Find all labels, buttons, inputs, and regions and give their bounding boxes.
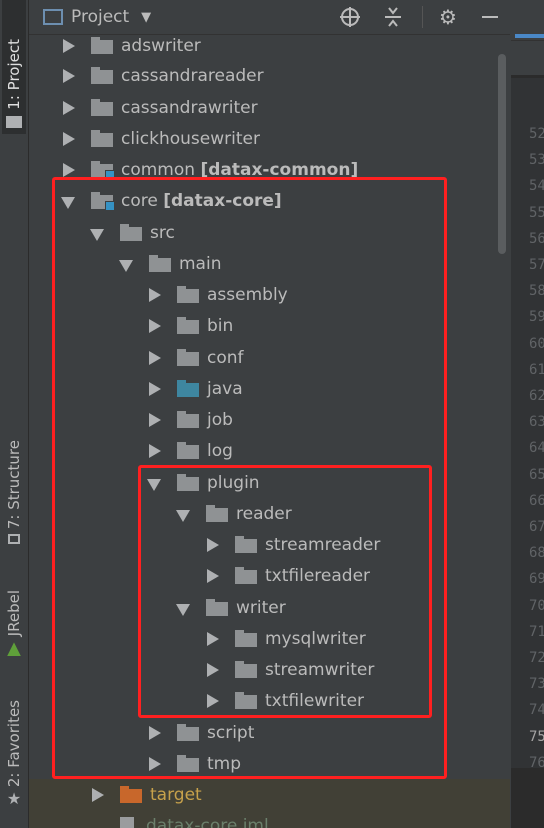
tab-favorites-label: 2: Favorites <box>5 700 23 788</box>
file-icon <box>120 817 134 828</box>
line-number: 67 <box>529 519 544 535</box>
minimize-icon[interactable] <box>479 6 501 28</box>
tree-node-iml[interactable]: datax-core.iml <box>29 810 510 828</box>
folder-icon <box>6 116 22 128</box>
module-folder-icon <box>91 161 115 180</box>
expand-arrow-icon[interactable] <box>61 100 75 115</box>
folder-icon <box>91 67 113 84</box>
line-number: 53 <box>529 152 544 169</box>
line-number-gutter: 52 53 54 55 56 57 58 59 60 61 62 63 64 65 66 67 68 69 70 71… <box>511 78 544 771</box>
line-number: 57 <box>529 257 544 273</box>
line-number: 75 <box>529 728 544 745</box>
line-number: 71 <box>529 623 544 640</box>
tab-favorites[interactable]: 2: Favorites ★ <box>2 700 26 825</box>
line-number: 76 <box>529 754 544 771</box>
line-number: 62 <box>529 388 544 404</box>
line-number: 56 <box>529 230 544 247</box>
jrebel-icon <box>7 642 21 657</box>
tool-window-strip: 1: Project 7: Structure JRebel 2: Favori… <box>0 0 29 828</box>
tab-jrebel-label: JRebel <box>5 590 23 637</box>
line-number: 70 <box>529 597 544 614</box>
folder-icon <box>91 37 113 54</box>
highlight-box-plugin <box>138 465 432 718</box>
tree-node-target[interactable]: target <box>29 779 510 810</box>
chevron-down-icon[interactable]: ▼ <box>141 10 151 25</box>
expand-arrow-icon[interactable] <box>90 787 104 802</box>
line-number: 64 <box>529 440 544 457</box>
excluded-folder-icon <box>120 786 142 803</box>
star-icon: ★ <box>6 789 22 809</box>
collapse-all-icon[interactable] <box>382 6 404 28</box>
line-number: 61 <box>529 361 544 378</box>
tab-structure[interactable]: 7: Structure <box>2 440 26 565</box>
editor-breadcrumb-bar <box>511 41 544 75</box>
tree-node-clickhousewriter[interactable]: clickhousewriter <box>61 123 260 154</box>
tree-node-cassandrawriter[interactable]: cassandrawriter <box>61 92 258 123</box>
line-number: 65 <box>529 466 544 483</box>
tree-node-label: clickhousewriter <box>121 128 260 149</box>
tab-project-label: 1: Project <box>5 39 23 110</box>
header-divider <box>422 6 423 28</box>
tab-structure-label: 7: Structure <box>5 440 23 530</box>
tree-node-label: cassandrareader <box>121 65 264 86</box>
editor-area[interactable]: 52 53 54 55 56 57 58 59 60 61 62 63 64 65 66 67 68 69 70 71… <box>511 0 544 828</box>
tree-scrollbar[interactable] <box>498 54 506 254</box>
line-number: 54 <box>529 178 544 195</box>
folder-icon <box>91 130 113 147</box>
tree-node-label: target <box>150 784 202 805</box>
line-number: 63 <box>529 414 544 431</box>
folder-icon <box>91 99 113 116</box>
line-number: 58 <box>529 283 544 300</box>
expand-arrow-icon[interactable] <box>61 38 75 53</box>
line-number: 69 <box>529 571 544 588</box>
expand-arrow-icon[interactable] <box>61 131 75 146</box>
line-number: 72 <box>529 650 544 666</box>
tree-node-label: adswriter <box>121 35 201 56</box>
structure-icon <box>8 534 20 545</box>
line-number: 74 <box>529 702 544 719</box>
line-number: 66 <box>529 492 544 509</box>
tree-node-adswriter[interactable]: adswriter <box>61 34 201 61</box>
tree-node-label: cassandrawriter <box>121 97 258 118</box>
expand-arrow-icon[interactable] <box>61 162 75 177</box>
tab-project[interactable]: 1: Project <box>2 0 26 134</box>
line-number: 60 <box>529 335 544 352</box>
project-panel-header: Project ▼ ⚙ <box>29 0 510 35</box>
project-view-title[interactable]: Project <box>71 7 129 27</box>
tree-node-label: datax-core.iml <box>146 815 269 828</box>
crosshair-icon[interactable] <box>339 6 361 28</box>
gear-icon[interactable]: ⚙ <box>437 6 459 28</box>
expand-arrow-icon[interactable] <box>61 68 75 83</box>
tree-node-cassandrareader[interactable]: cassandrareader <box>61 60 264 91</box>
line-number: 73 <box>529 676 544 693</box>
line-number: 59 <box>529 309 544 326</box>
active-tab-indicator <box>515 34 544 38</box>
line-number: 55 <box>529 204 544 221</box>
line-number: 68 <box>529 545 544 562</box>
project-view-icon <box>43 9 63 25</box>
tab-jrebel[interactable]: JRebel <box>2 590 26 675</box>
line-number: 52 <box>529 126 544 142</box>
